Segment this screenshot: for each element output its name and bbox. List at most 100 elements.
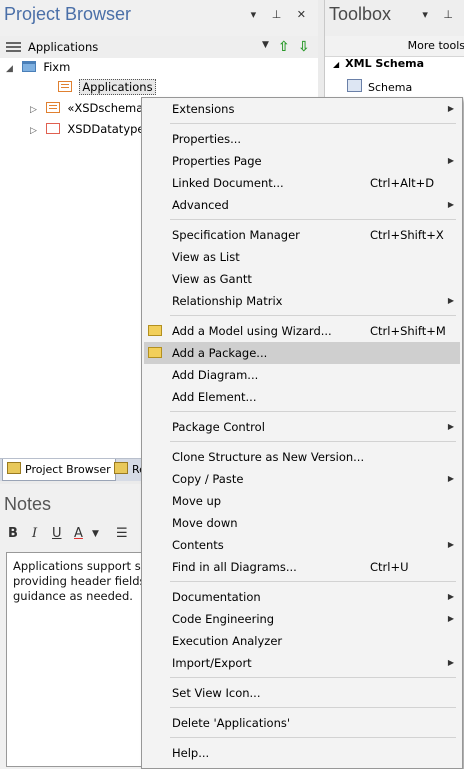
- menu-item-label: Add a Package...: [172, 346, 268, 360]
- toolbox-section-xml-schema[interactable]: ◢ XML Schema: [333, 57, 424, 72]
- font-color-button[interactable]: A: [74, 526, 83, 541]
- menu-item[interactable]: Specification Manager Ctrl+Shift+X: [144, 224, 460, 246]
- italic-button[interactable]: I: [32, 526, 37, 541]
- menu-item[interactable]: Add a Model using Wizard... Ctrl+Shift+M: [144, 320, 460, 342]
- menu-item[interactable]: Copy / Paste ▶: [144, 468, 460, 490]
- menu-separator: [170, 581, 456, 582]
- tree-item-label: Fixm: [43, 60, 71, 74]
- menu-separator: [170, 123, 456, 124]
- menu-item-shortcut: Ctrl+Shift+M: [370, 324, 446, 338]
- menu-separator: [170, 219, 456, 220]
- menu-item[interactable]: Add Element...: [144, 386, 460, 408]
- toolbox-item-label: Schema: [368, 81, 413, 94]
- menu-item-label: Package Control: [172, 420, 265, 434]
- schema-icon: [347, 79, 362, 92]
- underline-button[interactable]: U: [52, 526, 62, 541]
- move-up-icon[interactable]: ⇧: [278, 39, 290, 55]
- tree-item-xsdschema[interactable]: ▷ «XSDschema: [30, 99, 143, 117]
- datatype-package-icon: [45, 123, 60, 134]
- bold-button[interactable]: B: [8, 526, 18, 541]
- menu-item[interactable]: Clone Structure as New Version...: [144, 446, 460, 468]
- collapse-icon[interactable]: ◢: [333, 60, 339, 69]
- project-browser-controls[interactable]: ▾ ⊥ ✕: [251, 8, 312, 21]
- menu-item[interactable]: Package Control ▶: [144, 416, 460, 438]
- tree-item-label: XSDDatatype: [67, 122, 145, 136]
- schema-package-icon: [45, 102, 60, 113]
- menu-item-label: Delete 'Applications': [172, 716, 291, 730]
- menu-item[interactable]: Linked Document... Ctrl+Alt+D: [144, 172, 460, 194]
- context-menu: Extensions ▶ Properties... Properties Page ▶…: [141, 97, 463, 769]
- menu-item[interactable]: Contents ▶: [144, 534, 460, 556]
- submenu-arrow-icon: ▶: [447, 296, 454, 305]
- chevron-down-icon[interactable]: ▼: [262, 40, 269, 50]
- menu-item[interactable]: Set View Icon...: [144, 682, 460, 704]
- toolbox-item-schema[interactable]: Schema: [347, 79, 412, 95]
- menu-item[interactable]: Import/Export ▶: [144, 652, 460, 674]
- submenu-arrow-icon: ▶: [447, 592, 454, 601]
- wizard-icon: [148, 325, 162, 336]
- expand-icon[interactable]: ▷: [30, 122, 42, 140]
- menu-item-label: View as List: [172, 250, 240, 264]
- menu-item[interactable]: Add a Package...: [144, 342, 460, 364]
- menu-separator: [170, 315, 456, 316]
- menu-item-label: Copy / Paste: [172, 472, 244, 486]
- menu-item[interactable]: Move down: [144, 512, 460, 534]
- submenu-arrow-icon: ▶: [447, 200, 454, 209]
- more-tools-button[interactable]: More tools: [325, 36, 464, 57]
- menu-item[interactable]: Extensions ▶: [144, 98, 460, 120]
- menu-item-label: Add Element...: [172, 390, 257, 404]
- tab-project-browser[interactable]: Project Browser: [2, 459, 116, 481]
- menu-item[interactable]: Help...: [144, 742, 460, 764]
- menu-item-label: Contents: [172, 538, 224, 552]
- menu-item-label: View as Gantt: [172, 272, 252, 286]
- menu-item[interactable]: Execution Analyzer: [144, 630, 460, 652]
- chevron-down-icon[interactable]: ▼: [92, 529, 99, 539]
- menu-item[interactable]: View as Gantt: [144, 268, 460, 290]
- submenu-arrow-icon: ▶: [447, 156, 454, 165]
- project-browser-path: Applications: [28, 40, 99, 54]
- menu-item-label: Move up: [172, 494, 222, 508]
- expand-icon[interactable]: ◢: [6, 60, 18, 78]
- menu-item-label: Help...: [172, 746, 210, 760]
- tree-item-applications[interactable]: Applications: [42, 78, 156, 96]
- menu-item[interactable]: Relationship Matrix ▶: [144, 290, 460, 312]
- toolbox-title: Toolbox: [329, 4, 392, 24]
- expand-icon[interactable]: ▷: [30, 101, 42, 119]
- move-down-icon[interactable]: ⇩: [298, 39, 310, 55]
- menu-item-label: Documentation: [172, 590, 261, 604]
- section-label: XML Schema: [345, 57, 425, 70]
- toolbox-controls[interactable]: ▾ ⊥: [422, 8, 459, 21]
- menu-item[interactable]: Code Engineering ▶: [144, 608, 460, 630]
- tree-item-xsddatatype[interactable]: ▷ XSDDatatype: [30, 120, 145, 138]
- menu-item[interactable]: Advanced ▶: [144, 194, 460, 216]
- bullet-list-button[interactable]: ☰: [116, 526, 128, 541]
- menu-item-label: Specification Manager: [172, 228, 300, 242]
- menu-item-shortcut: Ctrl+Shift+X: [370, 228, 444, 242]
- submenu-arrow-icon: ▶: [447, 540, 454, 549]
- menu-icon[interactable]: [6, 42, 21, 52]
- submenu-arrow-icon: ▶: [447, 658, 454, 667]
- menu-item[interactable]: Find in all Diagrams... Ctrl+U: [144, 556, 460, 578]
- menu-item-label: Move down: [172, 516, 238, 530]
- menu-item-label: Find in all Diagrams...: [172, 560, 297, 574]
- menu-separator: [170, 707, 456, 708]
- submenu-arrow-icon: ▶: [447, 474, 454, 483]
- project-browser-toolbar: Applications ▼ ⇧ ⇩: [0, 36, 318, 59]
- tree-item-label: «XSDschema: [67, 101, 144, 115]
- menu-item[interactable]: Properties...: [144, 128, 460, 150]
- menu-item[interactable]: Delete 'Applications': [144, 712, 460, 734]
- project-browser-title: Project Browser: [4, 4, 132, 24]
- menu-item-shortcut: Ctrl+U: [370, 560, 409, 574]
- menu-separator: [170, 441, 456, 442]
- tree-item-fixm[interactable]: ◢ Fixm: [6, 58, 70, 76]
- menu-item-label: Add Diagram...: [172, 368, 259, 382]
- submenu-arrow-icon: ▶: [447, 104, 454, 113]
- note-text-line: providing header fields: [13, 574, 146, 588]
- menu-separator: [170, 737, 456, 738]
- menu-item[interactable]: Add Diagram...: [144, 364, 460, 386]
- menu-item[interactable]: View as List: [144, 246, 460, 268]
- menu-item[interactable]: Documentation ▶: [144, 586, 460, 608]
- menu-item[interactable]: Properties Page ▶: [144, 150, 460, 172]
- menu-item-label: Execution Analyzer: [172, 634, 283, 648]
- menu-item[interactable]: Move up: [144, 490, 460, 512]
